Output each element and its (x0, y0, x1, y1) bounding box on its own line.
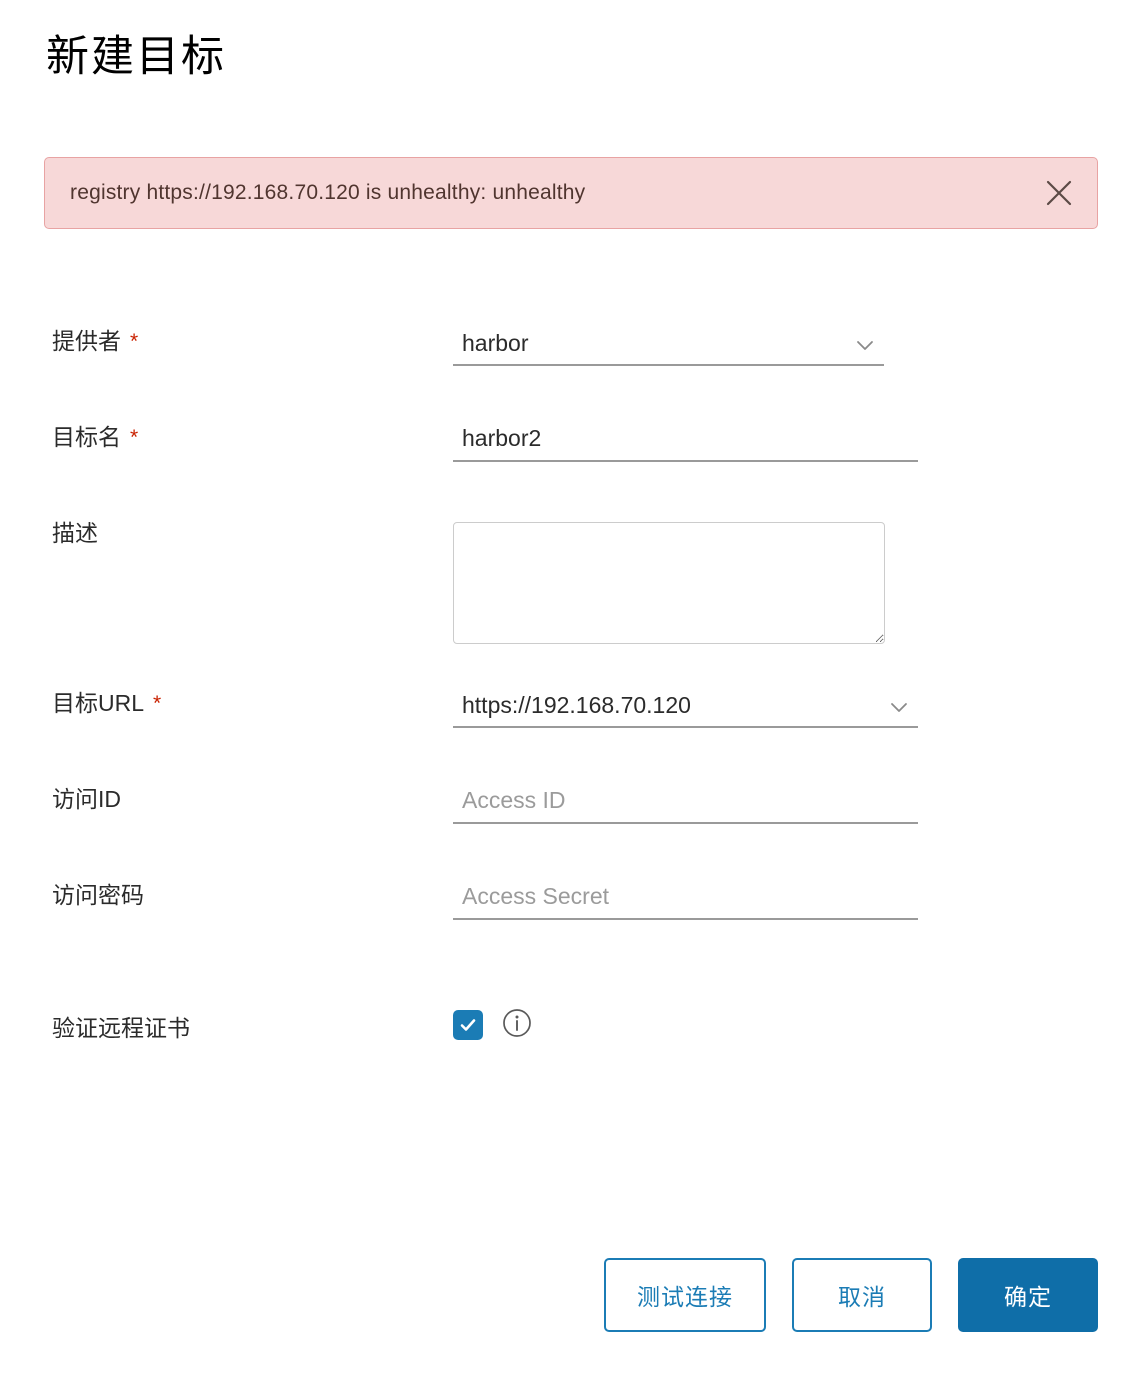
test-connection-button[interactable]: 测试连接 (604, 1258, 766, 1332)
access-id-input[interactable] (453, 788, 918, 824)
provider-label: 提供者 * (0, 330, 453, 353)
description-textarea[interactable] (453, 522, 885, 644)
alert-message: registry https://192.168.70.120 is unhea… (70, 181, 586, 204)
target-name-label: 目标名 * (0, 426, 453, 449)
access-secret-input[interactable] (453, 884, 918, 920)
provider-select[interactable]: harbor (453, 330, 884, 366)
close-icon[interactable] (1033, 167, 1085, 219)
form-row-access-secret: 访问密码 (0, 884, 1140, 980)
description-label: 描述 (52, 520, 98, 546)
provider-selected-value: harbor (462, 330, 529, 356)
target-form: 提供者 * harbor 目标名 * 描述 (0, 330, 1140, 1076)
form-row-provider: 提供者 * harbor (0, 330, 1140, 426)
info-circle-icon[interactable] (501, 1007, 533, 1044)
verify-cert-checkbox[interactable] (453, 1010, 483, 1040)
verify-cert-label: 验证远程证书 (52, 1014, 190, 1041)
target-name-label-text: 目标名 (52, 424, 121, 450)
target-name-input[interactable] (453, 426, 918, 462)
dialog-footer: 测试连接 取消 确定 (0, 1258, 1140, 1332)
form-row-target-url: 目标URL * https://192.168.70.120 (0, 692, 1140, 788)
target-url-label-text: 目标URL (52, 690, 145, 716)
target-name-control (453, 426, 918, 462)
access-id-control (453, 788, 918, 824)
form-row-target-name: 目标名 * (0, 426, 1140, 522)
error-alert: registry https://192.168.70.120 is unhea… (44, 157, 1098, 229)
cancel-button[interactable]: 取消 (792, 1258, 932, 1332)
access-secret-control (453, 884, 918, 920)
chevron-down-icon (852, 332, 878, 363)
confirm-button[interactable]: 确定 (958, 1258, 1098, 1332)
provider-control: harbor (453, 330, 884, 366)
required-asterisk: * (130, 330, 139, 353)
access-secret-label: 访问密码 (52, 882, 144, 908)
form-row-access-id: 访问ID (0, 788, 1140, 884)
form-row-verify-cert: 验证远程证书 (0, 980, 1140, 1076)
page-title: 新建目标 (46, 33, 226, 81)
verify-cert-control (453, 1007, 533, 1044)
form-row-description: 描述 (0, 522, 1140, 692)
description-control (453, 522, 885, 644)
provider-label-text: 提供者 (52, 328, 121, 354)
target-url-label: 目标URL * (0, 692, 453, 715)
target-url-select[interactable]: https://192.168.70.120 (453, 692, 918, 728)
access-id-label: 访问ID (52, 786, 121, 812)
required-asterisk: * (130, 426, 139, 449)
target-url-control: https://192.168.70.120 (453, 692, 918, 728)
target-url-value: https://192.168.70.120 (462, 692, 691, 718)
chevron-down-icon (886, 694, 912, 725)
required-asterisk: * (153, 692, 162, 715)
